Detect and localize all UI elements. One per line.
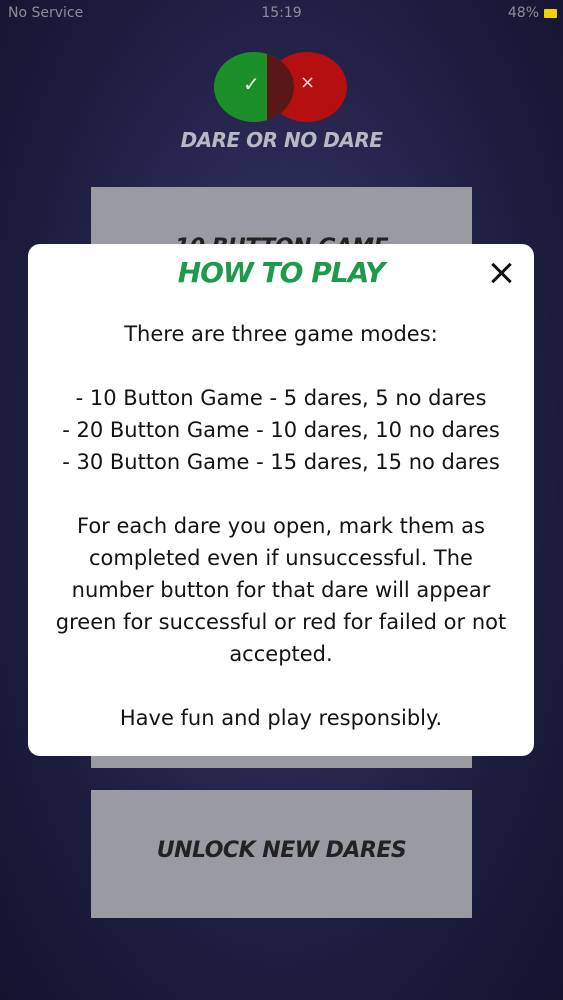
modal-body: There are three game modes: - 10 Button … bbox=[28, 318, 534, 734]
unlock-new-dares-button[interactable]: UNLOCK NEW DARES bbox=[91, 790, 472, 918]
battery-percent: 48% bbox=[507, 5, 539, 21]
app-logo: ✓ × DARE OR NO DARE bbox=[0, 50, 563, 152]
clock: 15:19 bbox=[261, 5, 302, 21]
logo-overlap bbox=[267, 52, 294, 122]
cross-icon: × bbox=[300, 72, 316, 93]
instruction-line: accepted. bbox=[229, 642, 333, 666]
how-to-play-modal: HOW TO PLAY There are three game modes: … bbox=[28, 244, 534, 756]
battery-icon bbox=[544, 9, 557, 18]
instruction-line: completed even if unsuccessful. The bbox=[89, 546, 473, 570]
instruction-line: For each dare you open, mark them as bbox=[77, 514, 485, 538]
unlock-new-dares-label: UNLOCK NEW DARES bbox=[156, 838, 407, 863]
instruction-line: green for successful or red for failed o… bbox=[55, 610, 507, 634]
intro-text: There are three game modes: bbox=[124, 322, 438, 346]
instruction-line: number button for that dare will appear bbox=[71, 578, 491, 602]
mode-line: - 30 Button Game - 15 dares, 15 no dares bbox=[62, 450, 500, 474]
modal-title: HOW TO PLAY bbox=[177, 256, 386, 289]
closing-text: Have fun and play responsibly. bbox=[119, 706, 443, 730]
mode-line: - 20 Button Game - 10 dares, 10 no dares bbox=[62, 418, 500, 442]
check-icon: ✓ bbox=[243, 72, 260, 96]
app-title: DARE OR NO DARE bbox=[180, 128, 383, 152]
mode-line: - 10 Button Game - 5 dares, 5 no dares bbox=[75, 386, 487, 410]
close-icon[interactable] bbox=[486, 258, 516, 288]
status-bar: No Service 15:19 48% bbox=[0, 0, 563, 28]
